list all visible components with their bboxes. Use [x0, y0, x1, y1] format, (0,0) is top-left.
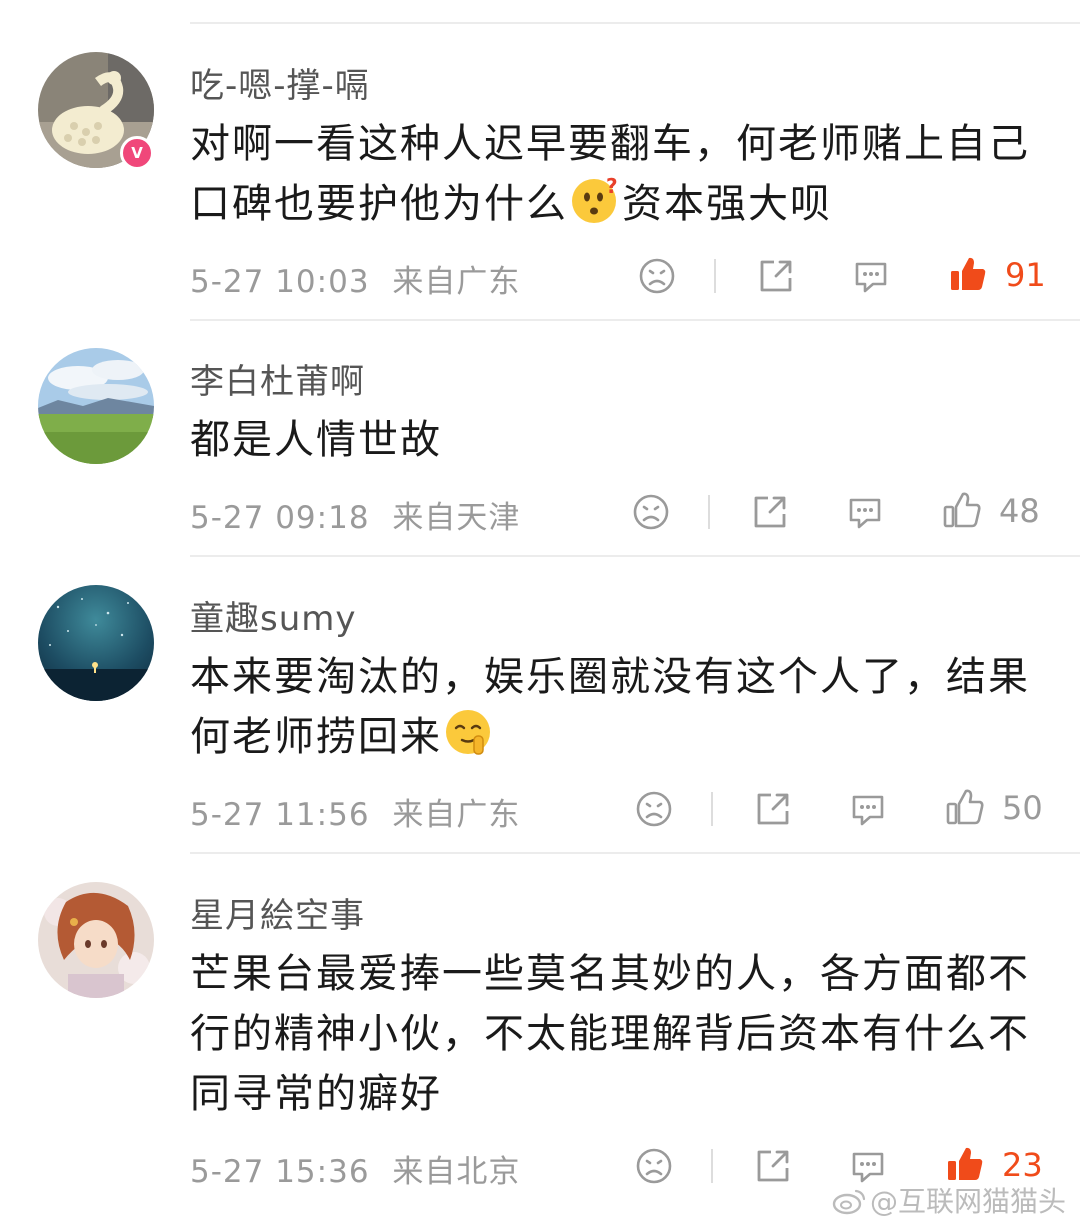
dislike-face-icon[interactable]	[634, 1146, 674, 1186]
divider	[708, 495, 710, 529]
comment-line: 对啊一看这种人迟早要翻车，何老师赌上自己	[190, 121, 1030, 167]
comment-line: 何老师捞回来	[190, 714, 442, 760]
comment-line: 同寻常的癖好	[190, 1071, 442, 1117]
timestamp: 5-27 09:18	[190, 500, 370, 536]
comment-meta: 5-27 15:36 来自北京	[190, 1146, 520, 1191]
watermark-text: @互联网猫猫头	[869, 1185, 1066, 1218]
comment-line: 本来要淘汰的，娱乐圈就没有这个人了，结果	[190, 654, 1030, 700]
share-icon[interactable]	[750, 492, 790, 532]
like-count: 50	[1002, 789, 1043, 827]
avatar[interactable]	[38, 348, 154, 464]
comment-line-with-emoji: 口碑也要护他为什么 ? 资本强大呗	[190, 174, 1040, 234]
divider	[190, 852, 1080, 854]
comment-line: 行的精神小伙，不太能理解背后资本有什么不	[190, 1011, 1030, 1057]
username[interactable]: 李白杜莆啊	[190, 354, 365, 403]
dislike-face-icon[interactable]	[634, 789, 674, 829]
location: 来自天津	[392, 500, 521, 536]
like-count: 91	[1005, 256, 1046, 294]
avatar[interactable]	[38, 585, 154, 701]
timestamp: 5-27 15:36	[190, 1154, 370, 1190]
comment-bubble-icon[interactable]	[848, 789, 888, 829]
divider	[190, 22, 1080, 24]
comment-line: 资本强大呗	[622, 181, 832, 227]
username[interactable]: 吃-嗯-撑-嗝	[190, 58, 370, 107]
username[interactable]: 童趣sumy	[190, 591, 357, 640]
divider	[711, 1149, 713, 1183]
comment-line: 口碑也要护他为什么	[190, 181, 568, 227]
share-icon[interactable]	[753, 1146, 793, 1186]
divider	[714, 259, 716, 293]
share-icon[interactable]	[753, 789, 793, 829]
watermark: @互联网猫猫头	[832, 1180, 1066, 1220]
comment-bubble-icon[interactable]	[851, 256, 891, 296]
like-thumb-icon[interactable]	[945, 787, 985, 827]
comment-text: 对啊一看这种人迟早要翻车，何老师赌上自己 口碑也要护他为什么 ? 资本强大呗	[190, 114, 1040, 234]
shushing-face-emoji-icon	[446, 710, 490, 755]
comment-text: 都是人情世故	[190, 410, 1040, 470]
divider	[190, 319, 1080, 321]
comment-line-with-emoji: 何老师捞回来	[190, 707, 1040, 767]
share-icon[interactable]	[756, 256, 796, 296]
location: 来自北京	[392, 1154, 521, 1190]
like-thumb-active-icon[interactable]	[948, 254, 988, 294]
like-thumb-active-icon[interactable]	[945, 1144, 985, 1184]
weibo-logo-icon	[832, 1189, 866, 1215]
timestamp: 5-27 10:03	[190, 264, 370, 300]
divider	[190, 555, 1080, 557]
username[interactable]: 星月絵空事	[190, 888, 365, 937]
comment-text: 本来要淘汰的，娱乐圈就没有这个人了，结果 何老师捞回来	[190, 647, 1040, 767]
comment-meta: 5-27 10:03 来自广东	[190, 256, 520, 301]
location: 来自广东	[392, 264, 521, 300]
comment-meta: 5-27 11:56 来自广东	[190, 789, 520, 834]
comment-line: 芒果台最爱捧一些莫名其妙的人，各方面都不	[190, 951, 1030, 997]
avatar[interactable]	[38, 882, 154, 998]
dislike-face-icon[interactable]	[631, 492, 671, 532]
location: 来自广东	[392, 797, 521, 833]
comment-bubble-icon[interactable]	[845, 492, 885, 532]
vip-badge-icon: V	[120, 136, 154, 170]
comment-list: V 吃-嗯-撑-嗝 对啊一看这种人迟早要翻车，何老师赌上自己 口碑也要护他为什么…	[0, 0, 1080, 1228]
dislike-face-icon[interactable]	[637, 256, 677, 296]
timestamp: 5-27 11:56	[190, 797, 370, 833]
comment-text: 芒果台最爱捧一些莫名其妙的人，各方面都不 行的精神小伙，不太能理解背后资本有什么…	[190, 944, 1040, 1124]
divider	[711, 792, 713, 826]
svg-text:?: ?	[606, 175, 620, 198]
comment-line: 都是人情世故	[190, 417, 442, 463]
comment-meta: 5-27 09:18 来自天津	[190, 492, 520, 537]
like-thumb-icon[interactable]	[942, 490, 982, 530]
like-count: 48	[999, 492, 1040, 530]
like-count: 23	[1002, 1146, 1043, 1184]
thinking-face-emoji-icon: ?	[572, 175, 620, 223]
